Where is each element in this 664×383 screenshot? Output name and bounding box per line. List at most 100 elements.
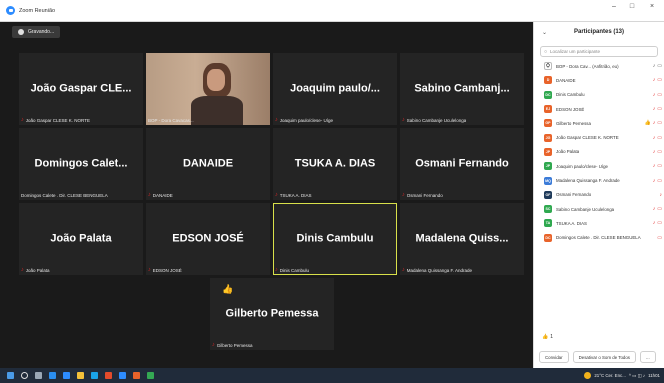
mic-muted-icon: ♪ — [148, 267, 151, 273]
participant-name: Dinis Cambulu — [296, 232, 374, 245]
participant-name: Madalena Quissanga F. Andrade — [556, 178, 620, 184]
participant-item[interactable]: SC Sabino Cambanje Uculelonga ♪ ▭ — [534, 202, 664, 216]
video-tile[interactable]: 👍 Gilberto Pemessa ♪ Gilberto Pemessa — [210, 278, 334, 350]
participant-name: Domingos Calete . Dir. CLESE BENGUELA — [556, 235, 641, 241]
video-tile[interactable]: João Gaspar CLE... ♪ João Gaspar CLESE K.… — [19, 53, 143, 125]
chevron-down-icon[interactable]: ⌄ — [542, 29, 547, 36]
mic-muted-icon: ♪ — [652, 163, 656, 170]
participant-item[interactable]: JG João Gaspar CLESE K. NORTE ♪ ▭ — [534, 130, 664, 144]
participant-name: TSUKA A. DIAS — [556, 220, 587, 226]
video-tile[interactable]: Domingos Calet... Domingos Calete . Dir.… — [19, 128, 143, 200]
window-titlebar: Zoom Reunião – □ × — [0, 0, 664, 22]
mic-muted-icon: ♪ — [21, 267, 24, 273]
tray-icons[interactable]: ^ ▭ ◫ ♪ — [629, 373, 645, 379]
video-tile[interactable]: EDSON JOSÉ ♪ EDSON JOSÉ — [146, 203, 270, 275]
edge-icon[interactable] — [49, 372, 56, 379]
panel-title: Participantes (13) — [573, 29, 625, 35]
participant-item[interactable]: JP Joaquim paulo/clese- Uíge ♪ ▭ — [534, 159, 664, 173]
participant-avatar: DC — [544, 90, 552, 99]
tile-label: BOP - Dora Cavacas... — [148, 118, 194, 123]
clock[interactable]: 11h01 — [648, 373, 660, 378]
mute-all-button[interactable]: Desativar o Som de Todos — [572, 351, 636, 363]
camera-off-icon: ▭ — [657, 177, 662, 184]
more-button[interactable]: ... — [640, 351, 656, 363]
mic-muted-icon: ♪ — [275, 117, 278, 123]
participant-name: Madalena Quiss... — [415, 232, 509, 245]
video-tile[interactable]: Osmani Fernando ♪ Osmani Fernando — [400, 128, 524, 200]
participant-avatar: JG — [544, 133, 552, 142]
camera-feed-body — [190, 96, 243, 125]
video-tile[interactable]: Sabino Cambanj... ♪ Sabino Cambanje Ucule… — [400, 53, 524, 125]
recording-indicator[interactable]: Gravando... — [12, 26, 61, 38]
windows-taskbar: 21°C Cer. Enc... ^ ▭ ◫ ♪ 11h01 — [0, 368, 664, 383]
close-button[interactable]: × — [644, 3, 660, 10]
participant-item[interactable]: MQ Madalena Quissanga F. Andrade ♪ ▭ — [534, 173, 664, 187]
participant-avatar: SC — [544, 205, 552, 214]
recording-label: Gravando... — [28, 29, 55, 35]
chrome-icon[interactable] — [147, 372, 154, 379]
tile-label: João Gaspar CLESE K. NORTE — [25, 117, 90, 123]
search-icon: ○ — [544, 48, 548, 55]
participant-item[interactable]: DC Dinis Cambulu ♪ ▭ — [534, 88, 664, 102]
participant-search-input[interactable] — [550, 49, 651, 54]
tile-label: TSUKA A. DIAS — [279, 192, 312, 198]
video-tile[interactable]: João Palata ♪ João Palata — [19, 203, 143, 275]
participant-item[interactable]: GP Gilberto Pemessa 👍 ♪ ▭ — [534, 116, 664, 130]
participant-item-host[interactable]: ⛭ BOP - Dora Cav... (Anfitrião, eu) ♪ ▭ — [534, 59, 664, 73]
participant-name: Osmani Fernando — [556, 192, 592, 198]
tile-label: Joaquim paulo/clese- Uíge — [279, 117, 334, 123]
reaction-count: 👍 1 — [542, 334, 553, 340]
mic-muted-icon: ♪ — [652, 148, 656, 155]
camera-off-icon: ▭ — [657, 77, 662, 84]
thumbs-up-icon: 👍 — [542, 334, 549, 340]
camera-off-icon: ▭ — [657, 220, 662, 227]
task-view-icon[interactable] — [35, 372, 42, 379]
camera-off-icon: ▭ — [657, 134, 662, 141]
participant-item[interactable]: DC Domingos Calete . Dir. CLESE BENGUELA… — [534, 231, 664, 245]
mic-muted-icon: ♪ — [652, 91, 656, 98]
video-tile[interactable]: DANAIDE ♪ DANAIDE — [146, 128, 270, 200]
participant-name: João Palata — [50, 232, 112, 245]
tile-label: Sabino Cambanje Uculelonga — [406, 117, 467, 123]
participant-item[interactable]: TA TSUKA A. DIAS ♪ ▭ — [534, 216, 664, 230]
search-icon[interactable] — [21, 372, 28, 379]
participant-name: Dinis Cambulu — [556, 92, 585, 98]
camera-off-icon: ▭ — [657, 234, 662, 241]
participant-name: Gilberto Pemessa — [225, 307, 319, 320]
minimize-button[interactable]: – — [606, 3, 622, 10]
participant-item[interactable]: OF Osmani Fernando ♪ — [534, 188, 664, 202]
participant-avatar: EJ — [544, 105, 552, 114]
invite-button[interactable]: Convidar — [539, 351, 569, 363]
mic-muted-icon: ♪ — [21, 117, 24, 123]
mic-muted-icon: ♪ — [402, 192, 405, 198]
participant-item[interactable]: JP João Palata ♪ ▭ — [534, 145, 664, 159]
participant-name: TSUKA A. DIAS — [294, 157, 376, 170]
file-explorer-icon[interactable] — [77, 372, 84, 379]
camera-icon: ▭ — [657, 63, 662, 70]
zoom-taskbar-icon[interactable] — [63, 372, 70, 379]
participant-avatar: JP — [544, 162, 552, 171]
store-icon[interactable] — [91, 372, 98, 379]
camera-feed-face — [206, 68, 225, 91]
mic-muted-icon: ♪ — [402, 267, 405, 273]
video-tile-camera[interactable]: BOP - Dora Cavacas... — [146, 53, 270, 125]
video-tile[interactable]: Madalena Quiss... ♪ Madalena Quissanga F.… — [400, 203, 524, 275]
video-tile[interactable]: TSUKA A. DIAS ♪ TSUKA A. DIAS — [273, 128, 397, 200]
mic-muted-icon: ♪ — [652, 77, 656, 84]
participant-avatar: MQ — [544, 176, 552, 185]
weather-text[interactable]: 21°C Cer. Enc... — [594, 373, 626, 378]
mic-icon: ♪ — [652, 63, 656, 70]
participant-item[interactable]: EJ EDSON JOSÉ ♪ ▭ — [534, 102, 664, 116]
video-gallery: Gravando... João Gaspar CLE... ♪ João Gas… — [0, 22, 533, 368]
app-icon[interactable] — [119, 372, 126, 379]
tile-label: João Palata — [25, 267, 50, 273]
office-icon[interactable] — [105, 372, 112, 379]
maximize-button[interactable]: □ — [624, 3, 640, 10]
participant-item[interactable]: D DANAIDE ♪ ▭ — [534, 73, 664, 87]
start-icon[interactable] — [7, 372, 14, 379]
participant-search[interactable]: ○ — [540, 46, 658, 57]
video-tile[interactable]: Joaquim paulo/... ♪ Joaquim paulo/clese- … — [273, 53, 397, 125]
app-icon[interactable] — [133, 372, 140, 379]
video-tile-active-speaker[interactable]: Dinis Cambulu ♪ Dinis Cambulu — [273, 203, 397, 275]
recording-icon — [18, 29, 24, 35]
